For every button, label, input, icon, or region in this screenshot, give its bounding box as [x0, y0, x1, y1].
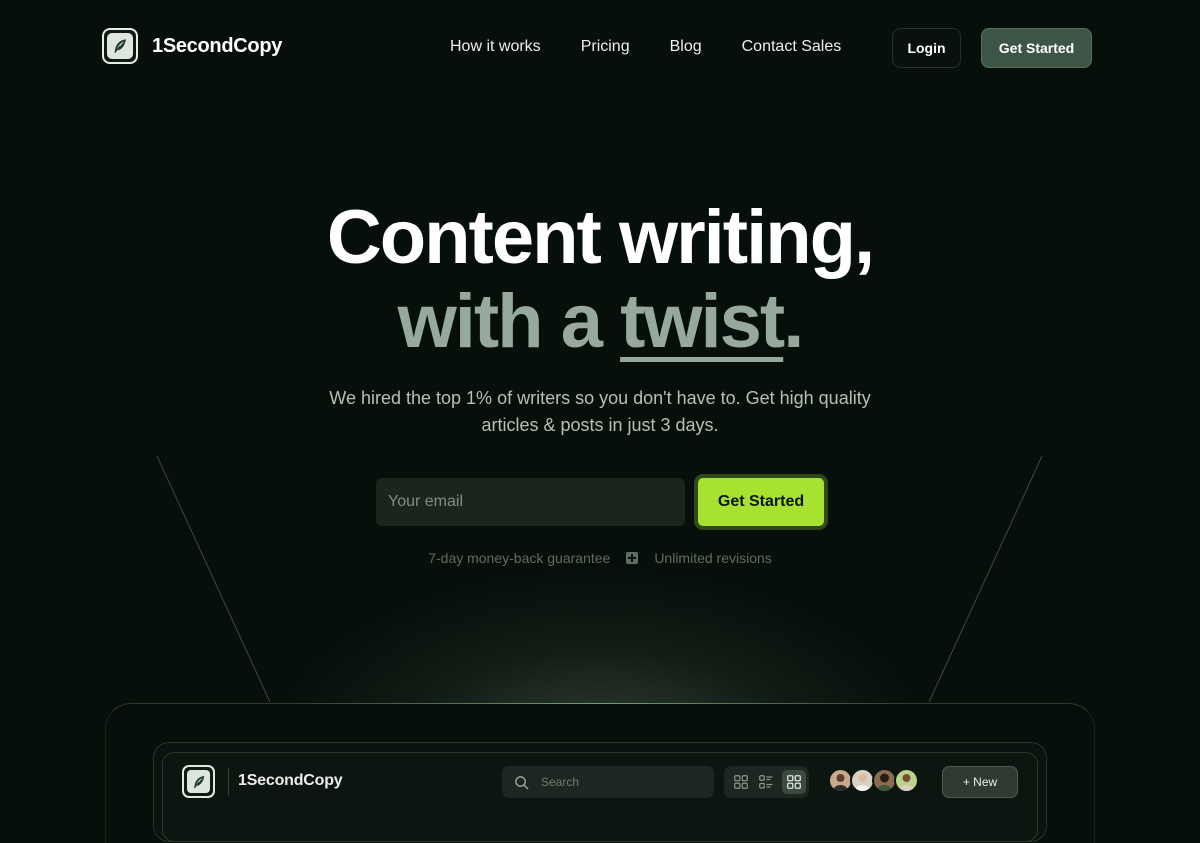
app-preview-highlight: [280, 703, 920, 704]
app-search-input[interactable]: [541, 775, 691, 789]
brand[interactable]: 1SecondCopy: [102, 28, 282, 64]
top-navigation: 1SecondCopy How it works Pricing Blog Co…: [0, 0, 1200, 96]
app-feather-logo-icon: [182, 765, 215, 798]
app-toolbar-divider: [228, 768, 229, 796]
avatar[interactable]: [894, 768, 919, 793]
app-search-box[interactable]: [502, 766, 714, 798]
app-brand-name: 1SecondCopy: [238, 772, 343, 789]
login-button[interactable]: Login: [892, 28, 961, 68]
grid-view-icon[interactable]: [732, 773, 750, 791]
unlimited-revisions: Unlimited revisions: [654, 550, 772, 566]
brand-name: 1SecondCopy: [152, 34, 283, 57]
headline-line-2: with a twist.: [0, 280, 1200, 364]
plus-icon: [626, 552, 639, 564]
feather-logo-icon: [102, 28, 138, 64]
new-button[interactable]: + New: [942, 766, 1018, 798]
money-back-guarantee: 7-day money-back guarantee: [428, 550, 611, 566]
nav-link-blog[interactable]: Blog: [670, 38, 702, 56]
hero-subtitle: We hired the top 1% of writers so you do…: [329, 388, 871, 435]
nav-get-started-button[interactable]: Get Started: [981, 28, 1092, 68]
headline-line-1: Content writing,: [326, 195, 875, 280]
hero-get-started-button[interactable]: Get Started: [695, 475, 827, 529]
guarantee-row: 7-day money-back guarantee Unlimited rev…: [0, 550, 1200, 566]
nav-link-how-it-works[interactable]: How it works: [450, 38, 541, 56]
search-icon: [515, 775, 529, 789]
headline-prefix: with a: [397, 279, 621, 364]
view-switcher: [724, 766, 809, 798]
headline-suffix: .: [783, 279, 804, 364]
nav-links: How it works Pricing Blog Contact Sales: [450, 38, 841, 56]
nav-link-contact-sales[interactable]: Contact Sales: [742, 38, 842, 56]
headline-emphasis: twist: [620, 279, 785, 364]
hero-headline: Content writing, with a twist.: [0, 196, 1200, 364]
nav-link-pricing[interactable]: Pricing: [581, 38, 630, 56]
collaborator-avatars: [828, 768, 919, 793]
board-view-icon[interactable]: [782, 770, 806, 794]
email-input[interactable]: [376, 478, 685, 526]
list-view-icon[interactable]: [757, 773, 775, 791]
